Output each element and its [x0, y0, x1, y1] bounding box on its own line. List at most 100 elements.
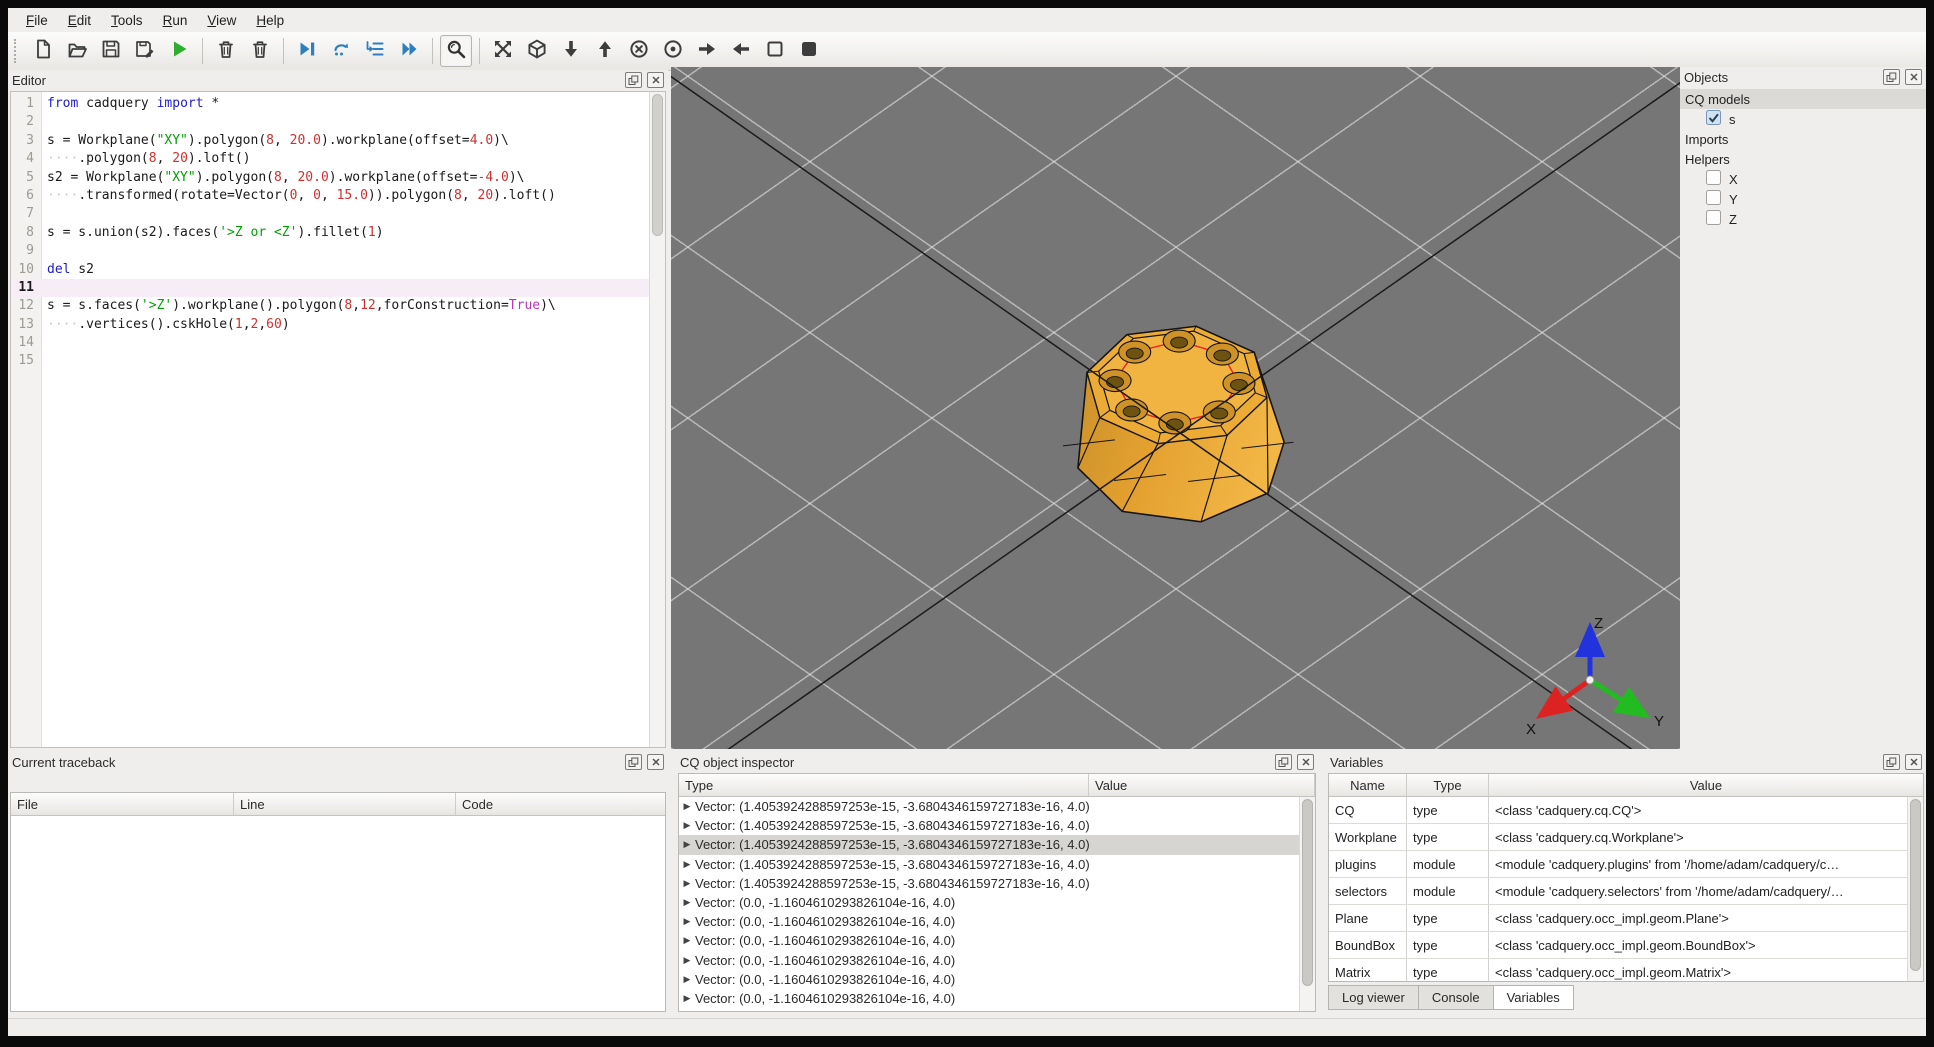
inspector-col-value[interactable]: Value	[1089, 774, 1315, 796]
editor-float-button[interactable]	[625, 72, 642, 88]
left-view-button[interactable]	[691, 35, 723, 67]
continue-button[interactable]	[393, 35, 425, 67]
variable-row-selectors[interactable]: selectors module <module 'cadquery.selecto…	[1329, 878, 1908, 905]
code-line-3[interactable]: 3 s = Workplane("XY").polygon(8, 20.0).wo…	[11, 132, 649, 150]
inspector-scrollbar-thumb[interactable]	[1302, 799, 1313, 986]
variable-row-CQ[interactable]: CQ type <class 'cadquery.cq.CQ'>	[1329, 797, 1908, 824]
code-line-13[interactable]: 13 ····.vertices().cskHole(1,2,60)	[11, 316, 649, 334]
objects-tree-cq-models[interactable]: CQ models	[1680, 89, 1926, 109]
expand-arrow-icon[interactable]: ▶	[679, 974, 695, 985]
open-file-button[interactable]	[61, 35, 93, 67]
front-view-button[interactable]	[555, 35, 587, 67]
inspector-row[interactable]: ▶Vector: (0.0, -1.1604610293826104e-16, …	[679, 1008, 1300, 1011]
code-line-8[interactable]: 8 s = s.union(s2).faces('>Z or <Z').fille…	[11, 224, 649, 242]
traceback-col-file[interactable]: File	[11, 793, 234, 815]
right-view-button[interactable]	[725, 35, 757, 67]
editor-scrollbar-thumb[interactable]	[652, 94, 663, 236]
3d-viewport[interactable]: Z X Y	[671, 67, 1681, 749]
objects-tree-z[interactable]: Z	[1680, 209, 1926, 229]
code-line-15[interactable]: 15	[11, 352, 649, 370]
inspector-row[interactable]: ▶ Vector: (1.4053924288597253e-15, -3.680…	[679, 855, 1300, 874]
inspector-row[interactable]: ▶ Vector: (1.4053924288597253e-15, -3.680…	[679, 835, 1300, 855]
expand-arrow-icon[interactable]: ▶	[679, 955, 695, 966]
bottom-view-button[interactable]	[657, 35, 689, 67]
menu-help[interactable]: Help	[246, 11, 294, 30]
inspector-row[interactable]: ▶Vector: (0.0, -1.1604610293826104e-16, …	[679, 989, 1300, 1008]
code-line-7[interactable]: 7	[11, 205, 649, 223]
variables-col-value[interactable]: Value	[1489, 774, 1923, 796]
unchecked-checkbox[interactable]	[1706, 170, 1729, 188]
expand-arrow-icon[interactable]: ▶	[679, 878, 695, 889]
expand-arrow-icon[interactable]: ▶	[679, 820, 695, 831]
unchecked-checkbox[interactable]	[1706, 190, 1729, 208]
variables-scrollbar[interactable]	[1907, 797, 1923, 981]
code-line-11[interactable]: 11	[11, 278, 649, 298]
traceback-float-button[interactable]	[625, 754, 642, 770]
save-as-button[interactable]	[129, 35, 161, 67]
code-line-5[interactable]: 5 s2 = Workplane("XY").polygon(8, 20.0).w…	[11, 169, 649, 187]
tab-console[interactable]: Console	[1418, 985, 1494, 1010]
delete-all-button[interactable]	[244, 35, 276, 67]
code-line-2[interactable]: 2	[11, 113, 649, 131]
code-line-14[interactable]: 14	[11, 334, 649, 352]
objects-float-button[interactable]	[1883, 69, 1900, 85]
variable-row-Matrix[interactable]: Matrix type <class 'cadquery.occ_impl.geom…	[1329, 959, 1908, 981]
objects-tree-y[interactable]: Y	[1680, 189, 1926, 209]
checked-checkbox[interactable]	[1706, 110, 1729, 128]
code-line-10[interactable]: 10 del s2	[11, 261, 649, 279]
variable-row-plugins[interactable]: plugins module <module 'cadquery.plugins' …	[1329, 851, 1908, 878]
save-button[interactable]	[95, 35, 127, 67]
expand-arrow-icon[interactable]: ▶	[679, 993, 695, 1004]
inspector-scrollbar[interactable]	[1299, 797, 1315, 1011]
inspector-row[interactable]: ▶Vector: (0.0, -1.1604610293826104e-16, …	[679, 912, 1300, 931]
tab-variables[interactable]: Variables	[1493, 985, 1574, 1010]
code-line-1[interactable]: 1 from cadquery import *	[11, 95, 649, 113]
tab-log-viewer[interactable]: Log viewer	[1328, 985, 1419, 1010]
menu-file[interactable]: File	[16, 11, 58, 30]
inspector-col-type[interactable]: Type	[679, 774, 1089, 796]
toolbar-grip[interactable]	[14, 39, 21, 63]
inspector-row[interactable]: ▶Vector: (0.0, -1.1604610293826104e-16, …	[679, 893, 1300, 912]
menu-tools[interactable]: Tools	[101, 11, 153, 30]
run-button[interactable]	[163, 35, 195, 67]
debug-button[interactable]	[291, 35, 323, 67]
delete-button[interactable]	[210, 35, 242, 67]
objects-tree-x[interactable]: X	[1680, 169, 1926, 189]
variables-scrollbar-thumb[interactable]	[1910, 799, 1921, 971]
expand-arrow-icon[interactable]: ▶	[679, 859, 695, 870]
inspector-row[interactable]: ▶Vector: (0.0, -1.1604610293826104e-16, …	[679, 951, 1300, 970]
unchecked-checkbox[interactable]	[1706, 210, 1729, 228]
traceback-col-code[interactable]: Code	[456, 793, 665, 815]
inspector-row[interactable]: ▶ Vector: (1.4053924288597253e-15, -3.680…	[679, 874, 1300, 893]
editor-close-button[interactable]	[647, 72, 664, 88]
fit-view-button[interactable]	[487, 35, 519, 67]
iso-view-button[interactable]	[521, 35, 553, 67]
objects-close-button[interactable]	[1905, 69, 1922, 85]
variables-col-name[interactable]: Name	[1329, 774, 1407, 796]
expand-arrow-icon[interactable]: ▶	[679, 801, 695, 812]
variables-close-button[interactable]	[1905, 754, 1922, 770]
objects-tree-imports[interactable]: Imports	[1680, 129, 1926, 149]
step-button[interactable]	[325, 35, 357, 67]
menu-view[interactable]: View	[197, 11, 246, 30]
expand-arrow-icon[interactable]: ▶	[679, 897, 695, 908]
variables-float-button[interactable]	[1883, 754, 1900, 770]
inspector-float-button[interactable]	[1275, 754, 1292, 770]
back-view-button[interactable]	[589, 35, 621, 67]
menu-edit[interactable]: Edit	[58, 11, 101, 30]
inspector-row[interactable]: ▶ Vector: (1.4053924288597253e-15, -3.680…	[679, 797, 1300, 816]
traceback-close-button[interactable]	[647, 754, 664, 770]
code-line-6[interactable]: 6 ····.transformed(rotate=Vector(0, 0, 15…	[11, 187, 649, 205]
traceback-col-line[interactable]: Line	[234, 793, 456, 815]
inspector-close-button[interactable]	[1297, 754, 1314, 770]
inspector-row[interactable]: ▶Vector: (0.0, -1.1604610293826104e-16, …	[679, 931, 1300, 950]
inspect-button[interactable]	[440, 35, 472, 67]
code-line-4[interactable]: 4 ····.polygon(8, 20).loft()	[11, 150, 649, 168]
inspector-row[interactable]: ▶Vector: (0.0, -1.1604610293826104e-16, …	[679, 970, 1300, 989]
code-line-9[interactable]: 9	[11, 242, 649, 260]
step-in-button[interactable]	[359, 35, 391, 67]
menu-run[interactable]: Run	[153, 11, 198, 30]
variable-row-Plane[interactable]: Plane type <class 'cadquery.occ_impl.geom.…	[1329, 905, 1908, 932]
objects-tree-helpers[interactable]: Helpers	[1680, 149, 1926, 169]
top-view-button[interactable]	[623, 35, 655, 67]
